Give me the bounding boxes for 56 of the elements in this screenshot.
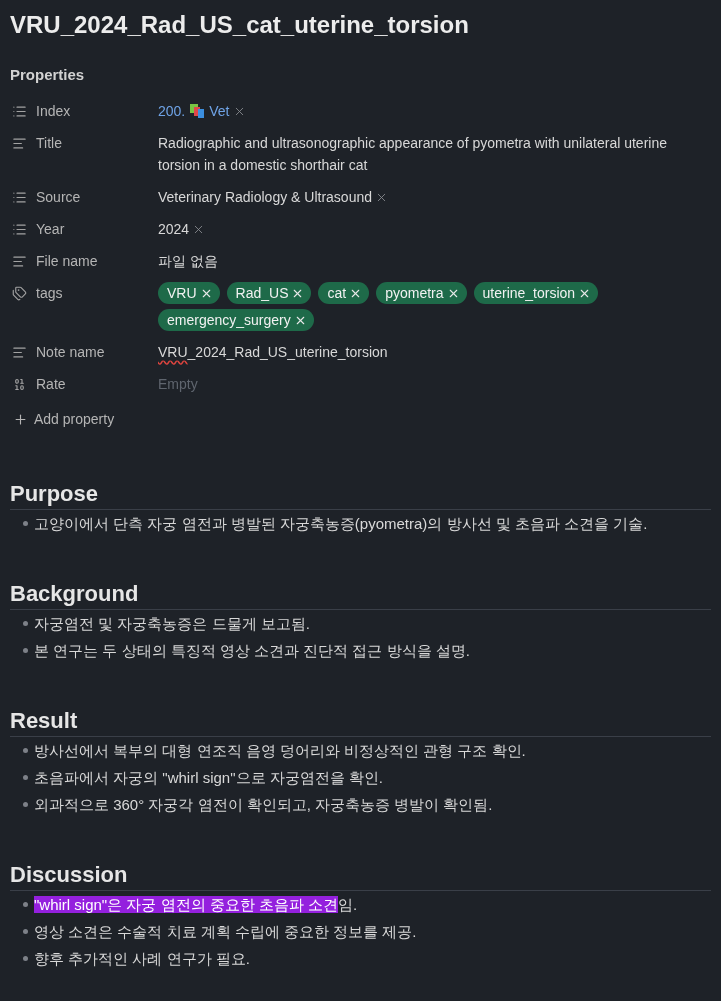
bullet-text: 향후 추가적인 사례 연구가 필요. [34, 949, 250, 969]
property-label: Index [36, 102, 71, 121]
bullet-text: 초음파에서 자궁의 "whirl sign"으로 자궁염전을 확인. [34, 768, 383, 788]
rate-input-field[interactable]: Empty [158, 373, 711, 395]
bullet-text: 방사선에서 복부의 대형 연조직 음영 덩어리와 비정상적인 관형 구조 확인. [34, 741, 526, 761]
bullet-icon [23, 956, 28, 961]
bullet-text: 본 연구는 두 상태의 특징적 영상 소견과 진단적 접근 방식을 설명. [34, 641, 470, 661]
bullet-icon [23, 748, 28, 753]
tags-icon [12, 285, 27, 301]
bullet-icon [23, 902, 28, 907]
property-value: 파일 없음 [158, 252, 219, 271]
properties-heading: Properties [10, 65, 86, 85]
property-label: Year [36, 220, 65, 239]
index-link[interactable]: 200. Vet [158, 100, 230, 122]
tag-pill[interactable]: VRU [158, 282, 220, 304]
tag-pill[interactable]: Rad_US [226, 282, 312, 304]
section-heading: Discussion [10, 861, 128, 889]
section-heading: Result [10, 707, 78, 735]
page-title: VRU_2024_Rad_US_cat_uterine_torsion [10, 10, 470, 40]
bullet-text: "whirl sign"은 자궁 염전의 중요한 초음파 소견임. [34, 895, 358, 915]
property-value: Radiographic and ultrasonographic appearance of pyometra with unilateral uterine torsion in a domestic shorthair cat [158, 134, 668, 175]
property-label: Note name [36, 343, 105, 362]
property-label: tags [36, 284, 63, 303]
property-value: 2024 [158, 220, 190, 239]
tag-pill[interactable]: uterine_torsion [473, 282, 599, 304]
list-icon [12, 221, 27, 237]
property-value: Veterinary Radiology & Ultrasound [158, 188, 372, 207]
bullet-text: 자궁염전 및 자궁축농증은 드물게 보고됨. [34, 614, 310, 634]
binary-digits-icon [12, 376, 27, 392]
bullet-text: 영상 소견은 수술적 치료 계획 수립에 중요한 정보를 제공. [34, 922, 417, 942]
property-label: File name [36, 252, 98, 271]
bullet-icon [23, 621, 28, 626]
property-label: Source [36, 188, 81, 207]
add-property-button[interactable]: Add property [10, 403, 121, 435]
bullet-icon [23, 929, 28, 934]
bullet-text: 외과적으로 360° 자궁각 염전이 확인되고, 자궁축농증 병발이 확인됨. [34, 795, 493, 815]
bullet-text: 고양이에서 단측 자궁 염전과 병발된 자궁축농증(pyometra)의 방사선 및 초음파 소견을 기술. [34, 514, 648, 534]
text-lines-icon [12, 344, 27, 360]
bullet-icon [23, 521, 28, 526]
list-icon [12, 103, 27, 119]
text-lines-icon [12, 135, 27, 151]
list-icon [12, 189, 27, 205]
bullet-icon [23, 802, 28, 807]
property-value: VRU_2024_Rad_US_uterine_torsion [158, 343, 389, 362]
tag-pill[interactable]: emergency_surgery [158, 309, 314, 331]
property-label: Rate [36, 375, 66, 394]
text-lines-icon [12, 253, 27, 269]
tag-pill[interactable]: pyometra [376, 282, 467, 304]
section-heading: Background [10, 580, 139, 608]
section-heading: Purpose [10, 480, 99, 508]
bullet-icon [23, 648, 28, 653]
tag-pill[interactable]: cat [318, 282, 370, 304]
property-label: Title [36, 134, 62, 153]
color-blocks-icon [190, 104, 205, 118]
plus-icon [13, 411, 28, 427]
bullet-icon [23, 775, 28, 780]
